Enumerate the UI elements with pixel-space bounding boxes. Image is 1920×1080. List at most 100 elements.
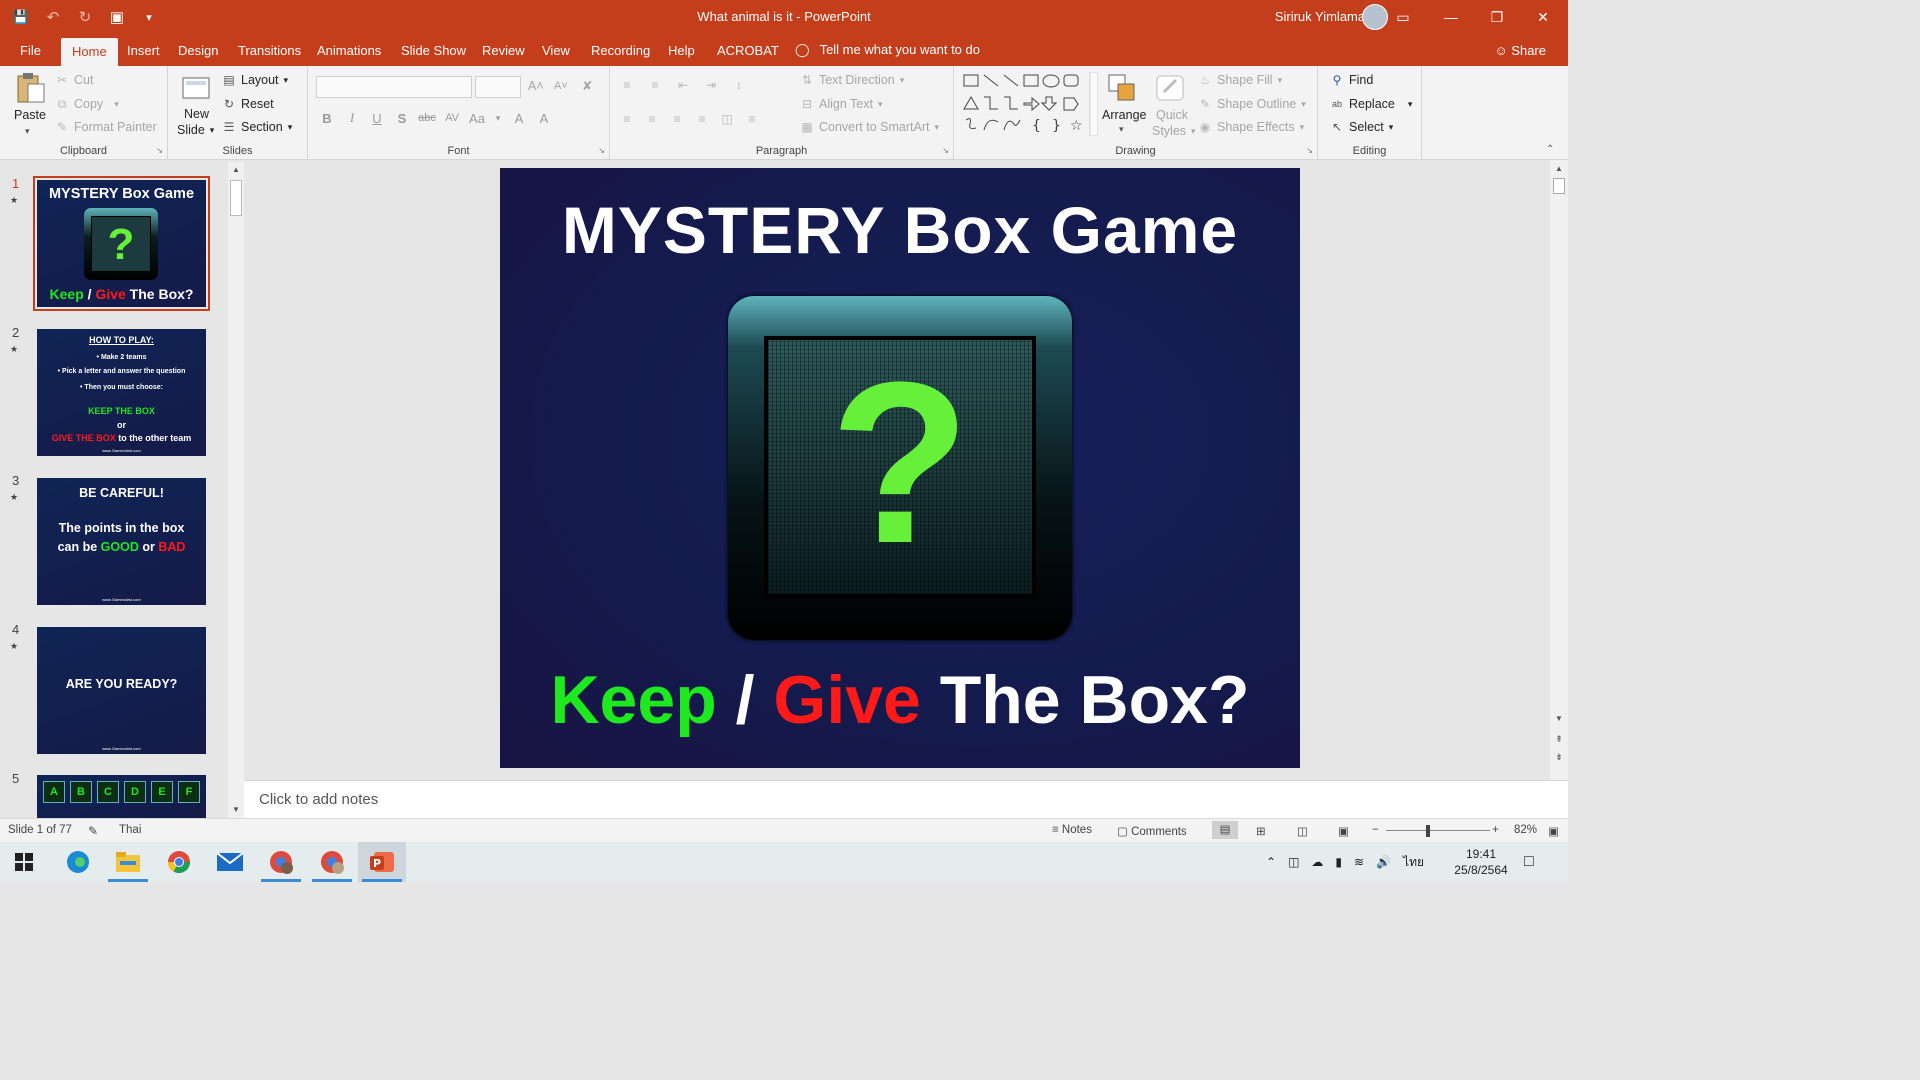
thumbnail-scrollbar[interactable]: ▲ ▼ — [228, 162, 244, 818]
spell-check-icon[interactable]: ✎ — [88, 824, 98, 838]
justify-icon[interactable]: ≡ — [695, 112, 709, 126]
slide-scrollbar[interactable]: ▲ ▼ ⇞ ⇟ — [1550, 160, 1568, 780]
paste-button[interactable]: Paste — [14, 108, 46, 122]
tab-file[interactable]: File — [20, 43, 41, 58]
copy-button[interactable]: ⧉ Copy ▾ — [55, 97, 119, 111]
previous-slide-icon[interactable]: ⇞ — [1550, 730, 1568, 748]
mail-icon[interactable] — [206, 842, 254, 882]
paragraph-launcher-icon[interactable]: ↘ — [942, 146, 949, 155]
start-icon[interactable] — [0, 842, 48, 882]
change-case-button[interactable]: Aa — [466, 111, 488, 126]
font-color-button[interactable]: A — [533, 111, 555, 126]
notifications-icon[interactable]: □ — [1524, 842, 1534, 882]
tab-animations[interactable]: Animations — [317, 43, 381, 58]
drawing-launcher-icon[interactable]: ↘ — [1306, 146, 1313, 155]
strikethrough-button[interactable]: abc — [416, 112, 438, 124]
tab-home[interactable]: Home — [61, 38, 118, 66]
scroll-thumb[interactable] — [1553, 178, 1565, 194]
volume-icon[interactable]: 🔊 — [1376, 855, 1391, 869]
slide-thumbnail-5[interactable]: A B C D E F — [37, 775, 206, 818]
tab-recording[interactable]: Recording — [591, 43, 650, 58]
chrome-icon[interactable] — [155, 842, 203, 882]
zoom-level[interactable]: 82% — [1514, 824, 1537, 836]
wifi-icon[interactable]: ≋ — [1354, 855, 1364, 869]
zoom-out-icon[interactable]: − — [1372, 824, 1379, 836]
onedrive-cloud-icon[interactable]: ☁ — [1311, 855, 1323, 869]
slide-thumbnail-2[interactable]: HOW TO PLAY: • Make 2 teams • Pick a let… — [37, 329, 206, 456]
scroll-up-icon[interactable]: ▲ — [228, 162, 244, 178]
font-launcher-icon[interactable]: ↘ — [598, 146, 605, 155]
section-button[interactable]: ☰ Section ▾ — [222, 120, 293, 134]
slide-sorter-icon[interactable]: ⊞ — [1256, 824, 1266, 838]
character-spacing-button[interactable]: AV — [441, 112, 463, 124]
quick-styles-button[interactable]: Quick — [1156, 108, 1188, 122]
ribbon-display-options-icon[interactable]: ▭ — [1380, 0, 1426, 34]
device-icon[interactable]: ◫ — [1288, 855, 1299, 869]
user-name[interactable]: Siriruk Yimlamai — [1275, 9, 1368, 24]
text-direction-button[interactable]: ⇅ Text Direction ▾ — [800, 73, 904, 87]
font-name-dropdown[interactable] — [316, 76, 472, 98]
edge-icon[interactable] — [54, 842, 102, 882]
tab-transitions[interactable]: Transitions — [238, 43, 301, 58]
slide-subtitle[interactable]: Keep / Give The Box? — [500, 661, 1300, 739]
decrease-font-size-icon[interactable]: A˅ — [554, 80, 568, 92]
collapse-ribbon-icon[interactable]: ⌃ — [1546, 144, 1554, 155]
shapes-gallery[interactable]: { } ☆ — [962, 72, 1098, 136]
zoom-slider-thumb[interactable] — [1426, 825, 1430, 837]
show-hidden-icons-icon[interactable]: ⌃ — [1266, 855, 1276, 869]
file-explorer-icon[interactable] — [104, 842, 152, 882]
align-left-icon[interactable]: ≡ — [620, 112, 634, 126]
zoom-in-icon[interactable]: + — [1492, 824, 1499, 836]
current-slide[interactable]: MYSTERY Box Game ? Keep / Give The Box? — [500, 168, 1300, 768]
scroll-thumb[interactable] — [230, 180, 242, 216]
fit-to-window-icon[interactable]: ▣ — [1548, 824, 1559, 838]
font-size-dropdown[interactable] — [475, 76, 521, 98]
scroll-up-icon[interactable]: ▲ — [1550, 160, 1568, 178]
italic-button[interactable]: I — [341, 110, 363, 126]
notes-toggle-button[interactable]: ≡ Notes — [1052, 824, 1092, 836]
cut-button[interactable]: ✂ Cut — [55, 73, 93, 87]
battery-icon[interactable]: ▮ — [1335, 855, 1342, 869]
tab-insert[interactable]: Insert — [127, 43, 160, 58]
language-indicator[interactable]: Thai — [119, 824, 141, 836]
find-button[interactable]: ⚲ Find — [1330, 73, 1374, 87]
scroll-down-icon[interactable]: ▼ — [228, 802, 244, 818]
align-center-icon[interactable]: ≡ — [645, 112, 659, 126]
bullets-icon[interactable]: ≡ — [620, 78, 634, 92]
format-painter-button[interactable]: ✎ Format Painter — [55, 120, 157, 134]
convert-smartart-button[interactable]: ▦ Convert to SmartArt ▾ — [800, 120, 939, 134]
new-slide-button[interactable]: New — [184, 107, 209, 121]
zoom-slider[interactable] — [1386, 830, 1490, 831]
normal-view-icon[interactable]: ▤ — [1212, 821, 1238, 839]
shadow-button[interactable]: S — [391, 111, 413, 126]
tell-me-search[interactable]: ◯ Tell me what you want to do — [795, 42, 980, 58]
layout-button[interactable]: ▤ Layout ▾ — [222, 73, 288, 87]
reset-button[interactable]: ↻ Reset — [222, 97, 274, 111]
tab-review[interactable]: Review — [482, 43, 525, 58]
replace-button[interactable]: ab Replace ▾ — [1330, 97, 1412, 111]
reading-view-icon[interactable]: ◫ — [1297, 824, 1308, 838]
paste-dropdown-icon[interactable]: ▾ — [25, 126, 30, 137]
align-objects-icon[interactable]: ≡ — [745, 112, 759, 126]
powerpoint-icon[interactable]: P — [358, 842, 406, 882]
scroll-down-icon[interactable]: ▼ — [1550, 710, 1568, 728]
slide-thumbnail-3[interactable]: BE CAREFUL! The points in the box can be… — [37, 478, 206, 605]
increase-indent-icon[interactable]: ⇥ — [704, 78, 718, 92]
underline-button[interactable]: U — [366, 111, 388, 126]
align-right-icon[interactable]: ≡ — [670, 112, 684, 126]
slide-show-icon[interactable]: ▣ — [1338, 824, 1349, 838]
arrange-dropdown-icon[interactable]: ▾ — [1119, 124, 1124, 135]
line-spacing-icon[interactable]: ↕ — [732, 78, 746, 92]
new-slide-dropdown[interactable]: Slide ▾ — [177, 123, 214, 137]
tab-acrobat[interactable]: ACROBAT — [717, 43, 779, 58]
quick-styles-dropdown[interactable]: Styles ▾ — [1152, 124, 1196, 138]
decrease-indent-icon[interactable]: ⇤ — [676, 78, 690, 92]
restore-button[interactable]: ❐ — [1474, 0, 1520, 34]
bold-button[interactable]: B — [316, 111, 338, 126]
clock[interactable]: 19:41 25/8/2564 — [1446, 842, 1516, 882]
align-text-button[interactable]: ⊟ Align Text ▾ — [800, 97, 883, 111]
arrange-button[interactable]: Arrange — [1102, 108, 1146, 122]
increase-font-size-icon[interactable]: A˄ — [528, 79, 544, 93]
shape-outline-button[interactable]: ✎ Shape Outline ▾ — [1198, 97, 1306, 111]
slide-title[interactable]: MYSTERY Box Game — [500, 192, 1300, 268]
